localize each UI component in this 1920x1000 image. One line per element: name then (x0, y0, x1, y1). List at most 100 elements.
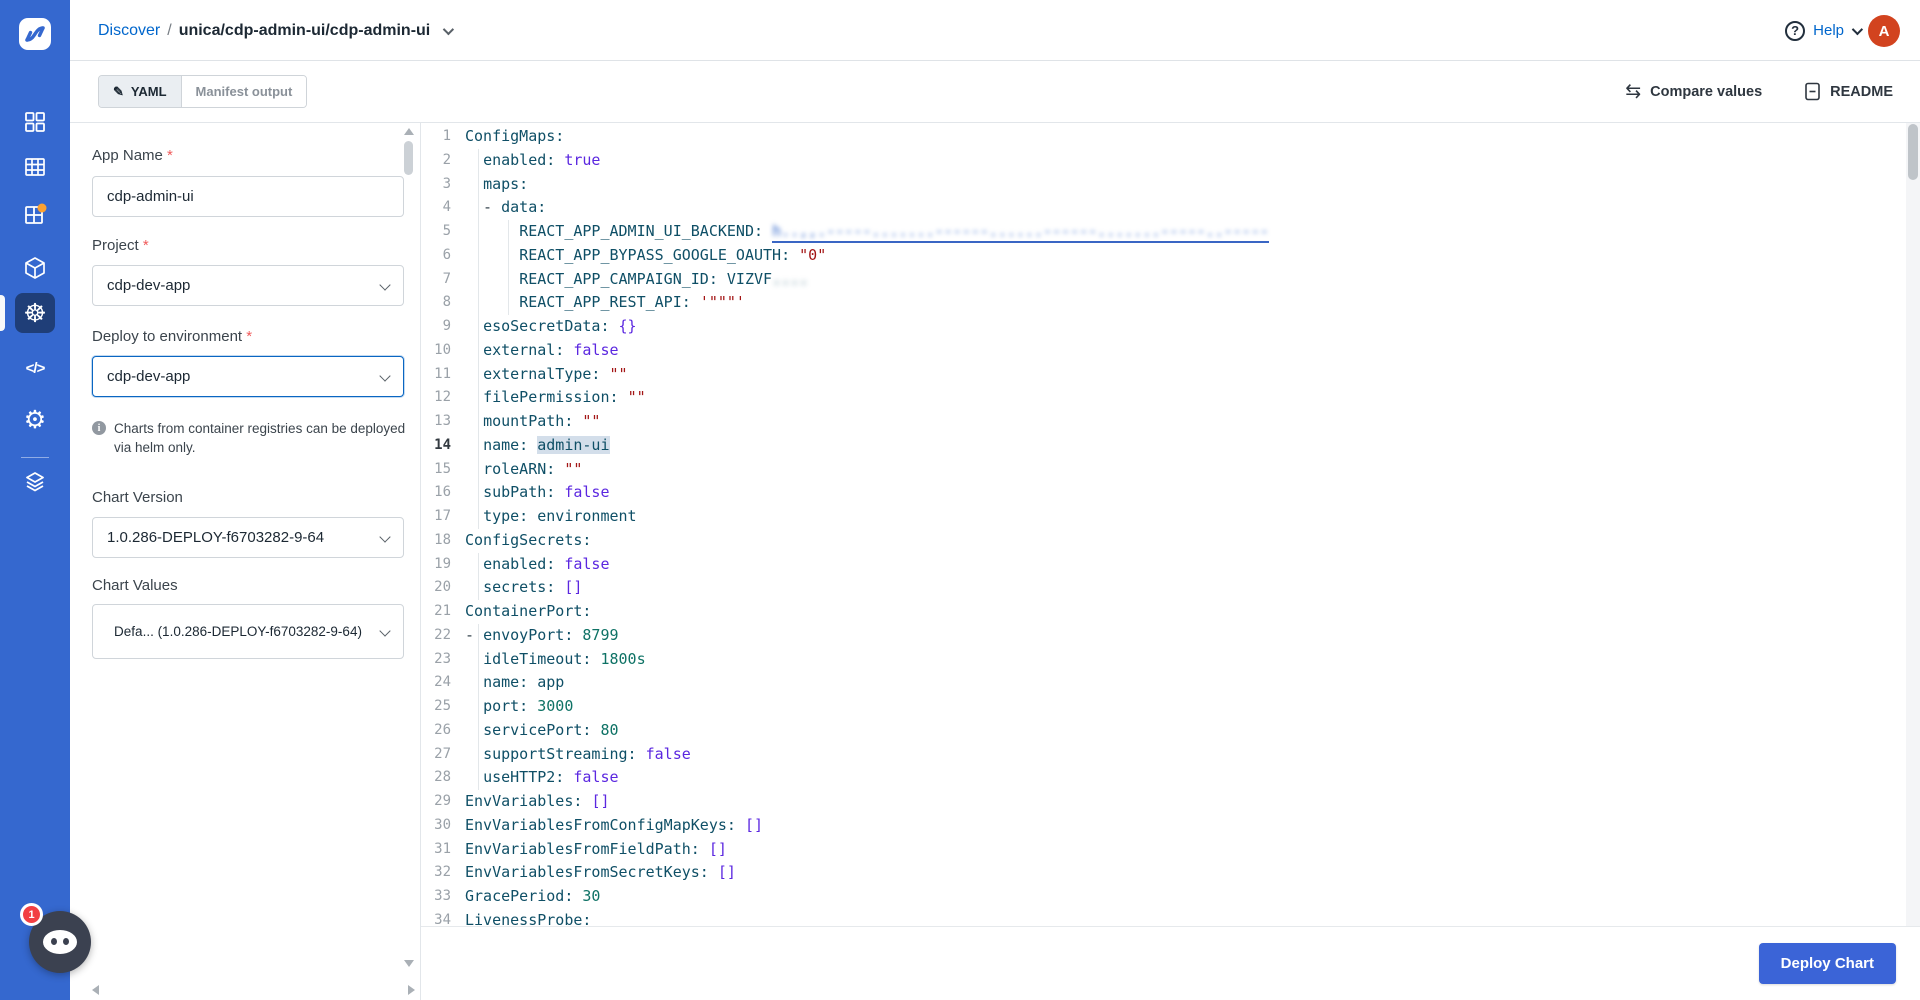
code-line: 16 subPath: false (421, 481, 1906, 505)
chevron-down-icon (379, 531, 391, 543)
redacted-url-value: h..,,.-----.......------......------....… (772, 221, 1269, 243)
scroll-up-arrow[interactable] (404, 128, 414, 135)
chart-store-icon (25, 158, 45, 176)
code-line: 27 supportStreaming: false (421, 743, 1906, 767)
sidebar: ☸ </> ⚙ (0, 0, 70, 1000)
tab-yaml[interactable]: ✎ YAML (99, 76, 181, 107)
line-number: 21 (434, 603, 451, 619)
registry-helm-note-text: Charts from container registries can be … (114, 421, 406, 455)
line-number: 17 (434, 508, 451, 524)
compare-values-label: Compare values (1650, 83, 1763, 100)
vertical-scroll-thumb[interactable] (404, 141, 413, 175)
environment-label: Deploy to environment * (92, 328, 253, 345)
line-number: 33 (434, 888, 451, 904)
readme-button[interactable]: README (1804, 82, 1893, 101)
line-number: 26 (434, 721, 451, 738)
help-question-icon: ? (1785, 20, 1806, 41)
stack-icon (26, 472, 44, 492)
chart-deploy-form: App Name * Project * cdp-dev-app Deploy … (70, 123, 420, 1000)
breadcrumb-chart-path[interactable]: unica/cdp-admin-ui/cdp-admin-ui (179, 22, 431, 40)
gear-icon: ⚙ (23, 405, 47, 434)
sidebar-item-applications[interactable] (0, 102, 70, 142)
code-line: 12 filePermission: "" (421, 386, 1906, 410)
line-number: 34 (434, 911, 451, 926)
chart-version-label: Chart Version (92, 489, 183, 506)
indent-guide (508, 220, 509, 315)
code-line: 18 ConfigSecrets: (421, 529, 1906, 553)
code-line: 11 externalType: "" (421, 363, 1906, 387)
chart-version-select[interactable]: 1.0.286-DEPLOY-f6703282-9-64 (92, 517, 404, 558)
editor-scrollbar-track[interactable] (1906, 123, 1920, 926)
code-line: 13 mountPath: "" (421, 410, 1906, 434)
sidebar-item-resource-browser[interactable] (0, 248, 70, 288)
devtron-logo[interactable] (0, 12, 70, 56)
yaml-editor[interactable]: 1 ConfigMaps: 2 enabled: true 3 maps: 4 - da… (421, 123, 1906, 926)
project-select-value: cdp-dev-app (107, 277, 191, 294)
scroll-left-arrow[interactable] (92, 985, 99, 995)
toolbar-actions: ⇆ Compare values README (1625, 61, 1893, 122)
code-icon: </> (25, 359, 46, 377)
environment-select-value: cdp-dev-app (107, 368, 191, 385)
helm-wheel-icon: ☸ (23, 298, 47, 328)
help-menu[interactable]: ? Help (1785, 0, 1864, 61)
line-number: 28 (434, 769, 451, 786)
code-line: 14 name: admin-ui (421, 434, 1906, 458)
line-number: 18 (434, 531, 451, 548)
chevron-down-icon[interactable] (443, 23, 455, 35)
code-line: 31 EnvVariablesFromFieldPath: [] (421, 838, 1906, 862)
code-line: 22- envoyPort: 8799 (421, 624, 1906, 648)
sidebar-item-global-config[interactable]: ⚙ (0, 400, 70, 440)
line-number: 6 (442, 246, 451, 263)
code-line: 32 EnvVariablesFromSecretKeys: [] (421, 861, 1906, 885)
line-number: 29 (434, 793, 451, 809)
tab-manifest-label: Manifest output (195, 84, 293, 99)
line-number: 20 (434, 579, 451, 596)
project-select[interactable]: cdp-dev-app (92, 265, 404, 306)
chevron-down-icon (1851, 23, 1864, 35)
chart-values-select[interactable]: Defa... (1.0.286-DEPLOY-f6703282-9-64) (92, 604, 404, 659)
chat-notification-badge[interactable]: 1 (20, 903, 43, 926)
code-line: 10 external: false (421, 339, 1906, 363)
devtron-logo-icon (19, 18, 51, 50)
editor-scrollbar-thumb[interactable] (1908, 124, 1918, 180)
code-line: 21 ContainerPort: (421, 600, 1906, 624)
code-line: 8 REACT_APP_REST_API: '"""' (421, 291, 1906, 315)
project-label: Project * (92, 237, 149, 254)
sidebar-item-api[interactable]: </> (0, 348, 70, 388)
code-line: 33 GracePeriod: 30 (421, 885, 1906, 909)
sidebar-item-stack-manager[interactable] (0, 462, 70, 502)
indent-guide (478, 623, 479, 790)
line-number: 7 (442, 270, 451, 287)
sidebar-item-deployment-groups[interactable] (0, 195, 70, 235)
deploy-chart-button[interactable]: Deploy Chart (1758, 943, 1896, 984)
tab-yaml-label: YAML (130, 84, 167, 99)
avatar[interactable]: A (1868, 15, 1900, 47)
environment-select[interactable]: cdp-dev-app (92, 356, 404, 397)
chart-values-value: Defa... (1.0.286-DEPLOY-f6703282-9-64) (114, 623, 362, 639)
compare-values-button[interactable]: ⇆ Compare values (1625, 80, 1762, 103)
chart-values-label: Chart Values (92, 577, 178, 594)
app-name-input[interactable] (92, 176, 404, 217)
line-number: 22 (434, 626, 451, 643)
code-line: 2 enabled: true (421, 149, 1906, 173)
deployment-groups-icon (25, 203, 47, 224)
breadcrumb-discover-link[interactable]: Discover (98, 22, 160, 40)
line-number: 15 (434, 460, 451, 477)
code-line: 24 name: app (421, 671, 1906, 695)
scroll-down-arrow[interactable] (404, 960, 414, 967)
sidebar-item-chart-store[interactable] (0, 147, 70, 187)
line-number: 25 (434, 698, 451, 714)
code-line: 25 port: 3000 (421, 695, 1906, 719)
code-line: 26 servicePort: 80 (421, 719, 1906, 743)
line-number: 4 (442, 199, 451, 216)
tab-manifest-output[interactable]: Manifest output (180, 76, 307, 107)
line-number: 5 (442, 223, 451, 239)
scroll-right-arrow[interactable] (408, 985, 415, 995)
indent-guide (478, 148, 479, 529)
code-line: 15 roleARN: "" (421, 458, 1906, 482)
line-number: 13 (434, 413, 451, 429)
sidebar-item-helm-charts[interactable]: ☸ (0, 293, 70, 333)
code-line: 19 enabled: false (421, 553, 1906, 577)
chart-version-value: 1.0.286-DEPLOY-f6703282-9-64 (107, 529, 325, 546)
code-line: 4 - data: (421, 196, 1906, 220)
